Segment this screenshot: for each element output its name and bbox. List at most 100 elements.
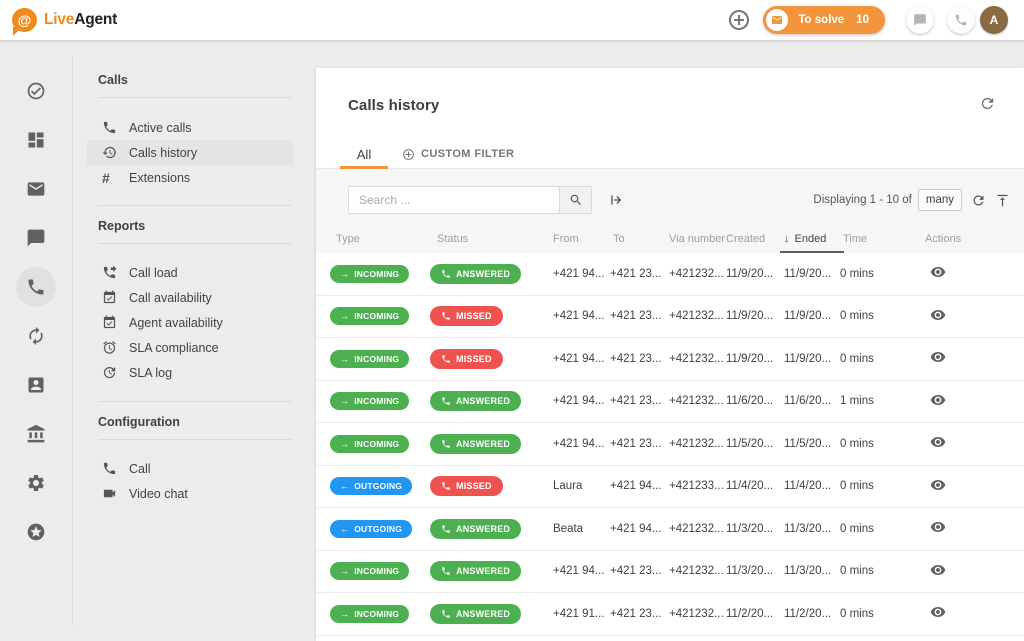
rail-item-chats[interactable] (16, 218, 56, 258)
column-header-via-number[interactable]: Via number (669, 225, 726, 253)
time-cell: 0 mins (840, 523, 916, 535)
column-header-status[interactable]: Status (430, 225, 553, 253)
eye-icon[interactable] (916, 307, 946, 323)
to-cell: +421 23... (610, 565, 669, 577)
call-row[interactable]: →INCOMINGANSWERED+421 91...+421 23...+42… (316, 593, 1024, 636)
eye-icon[interactable] (916, 434, 946, 450)
sidebar-item-label: Call availability (129, 291, 212, 305)
column-header-label: Ended (795, 233, 827, 245)
sidebar-item-label: Call (129, 462, 151, 476)
to-solve-label: To solve (798, 14, 844, 26)
column-header-actions[interactable]: Actions (916, 225, 1024, 253)
history-clock-icon (102, 145, 117, 160)
time-cell: 0 mins (840, 438, 916, 450)
eye-icon[interactable] (916, 562, 946, 578)
calls-history-card: Calls history All CUSTOM FILTER Displayi… (316, 68, 1024, 641)
from-cell: +421 94... (553, 268, 610, 280)
sidebar-item-sla-log[interactable]: SLA log (87, 360, 293, 385)
refresh-icon[interactable] (979, 95, 996, 112)
arrow-right-icon: → (340, 269, 349, 279)
eye-icon[interactable] (916, 349, 946, 365)
created-cell: 11/5/20... (726, 438, 784, 450)
eye-icon[interactable] (916, 264, 946, 280)
nav-section-heading: Calls (98, 74, 316, 86)
eye-icon[interactable] (916, 604, 946, 620)
chat-button[interactable] (906, 6, 934, 34)
page-size-selector[interactable]: many (918, 189, 962, 211)
rail-item-online-visitors[interactable] (16, 316, 56, 356)
rail-item-calls[interactable] (16, 267, 56, 307)
rail-item-contacts[interactable] (16, 365, 56, 405)
plus-circle-icon[interactable] (727, 8, 751, 32)
sidebar-item-call[interactable]: Call (87, 456, 293, 481)
rail-item-company[interactable] (16, 414, 56, 454)
sidebar-item-label: SLA compliance (129, 341, 219, 355)
search-input[interactable] (349, 187, 559, 213)
call-row[interactable]: →INCOMINGMISSED+421 94...+421 23...+4212… (316, 296, 1024, 339)
sidebar-item-agent-availability[interactable]: Agent availability (87, 310, 293, 335)
column-header-label: Type (336, 233, 360, 245)
actions-cell (916, 604, 1024, 623)
eye-icon[interactable] (916, 392, 946, 408)
type-badge-outgoing: ←OUTGOING (330, 520, 412, 538)
tab-custom-filter[interactable]: CUSTOM FILTER (402, 140, 514, 169)
call-row[interactable]: →INCOMINGANSWERED+421 94...+421 23...+42… (316, 253, 1024, 296)
sidebar-item-calls-history[interactable]: Calls history (87, 140, 293, 165)
tab-all[interactable]: All (340, 140, 388, 169)
phone-icon (441, 609, 451, 619)
arrow-right-icon: → (340, 311, 349, 321)
sidebar-item-call-load[interactable]: Call load (87, 260, 293, 285)
search-button[interactable] (559, 187, 591, 213)
column-header-time[interactable]: Time (840, 225, 916, 253)
displaying-text: Displaying 1 - 10 of (813, 194, 911, 206)
status-cell: MISSED (430, 349, 553, 369)
arrow-from-bar-icon[interactable] (608, 192, 624, 208)
export-top-icon[interactable] (995, 193, 1010, 208)
column-header-created[interactable]: Created (726, 225, 784, 253)
ended-cell: 11/5/20... (784, 438, 840, 450)
column-header-to[interactable]: To (610, 225, 669, 253)
sidebar-item-label: Extensions (129, 171, 190, 185)
type-badge-incoming: →INCOMING (330, 265, 409, 283)
refresh-icon[interactable] (971, 193, 986, 208)
call-row[interactable]: ←OUTGOINGANSWEREDBeata+421 94...+421232.… (316, 508, 1024, 551)
sidebar-item-label: Calls history (129, 146, 197, 160)
call-row[interactable]: →INCOMINGMISSED+421 94...+421 23...+4212… (316, 338, 1024, 381)
time-cell: 0 mins (840, 268, 916, 280)
rail-item-upgrade[interactable] (16, 512, 56, 552)
sidebar-item-call-availability[interactable]: Call availability (87, 285, 293, 310)
rail-item-settings[interactable] (16, 463, 56, 503)
phone-icon (441, 396, 451, 406)
to-solve-button[interactable]: To solve 10 (763, 6, 885, 34)
type-badge-label: OUTGOING (354, 524, 402, 534)
type-badge-incoming: →INCOMING (330, 307, 409, 325)
to-cell: +421 23... (610, 395, 669, 407)
rail-item-to-solve[interactable] (16, 71, 56, 111)
type-badge-incoming: →INCOMING (330, 562, 409, 580)
bank-icon (26, 424, 46, 444)
phone-icon (441, 524, 451, 534)
phone-icon (102, 461, 117, 476)
liveagent-logo[interactable]: @ LiveAgent (12, 8, 117, 32)
sidebar-item-active-calls[interactable]: Active calls (87, 115, 293, 140)
avatar[interactable]: A (980, 6, 1008, 34)
eye-icon[interactable] (916, 519, 946, 535)
eye-icon[interactable] (916, 477, 946, 493)
phone-button[interactable] (947, 6, 975, 34)
chat-bubble-icon (26, 228, 46, 248)
sidebar-item-extensions[interactable]: #Extensions (87, 165, 293, 190)
type-badge-incoming: →INCOMING (330, 392, 409, 410)
sidebar-item-video-chat[interactable]: Video chat (87, 481, 293, 506)
actions-cell (916, 349, 1024, 368)
call-row[interactable]: →INCOMINGANSWERED+421 94...+421 23...+42… (316, 381, 1024, 424)
top-bar: @ LiveAgent To solve 10 A (0, 0, 1024, 40)
column-header-ended[interactable]: ↓Ended (784, 225, 840, 253)
rail-item-tickets[interactable] (16, 169, 56, 209)
call-row[interactable]: →INCOMINGANSWERED+421 94...+421 23...+42… (316, 423, 1024, 466)
call-row[interactable]: ←OUTGOINGMISSEDLaura+421 94...+421233...… (316, 466, 1024, 509)
sidebar-item-sla-compliance[interactable]: SLA compliance (87, 335, 293, 360)
column-header-type[interactable]: Type (330, 225, 430, 253)
rail-item-dashboard[interactable] (16, 120, 56, 160)
call-row[interactable]: →INCOMINGANSWERED+421 94...+421 23...+42… (316, 551, 1024, 594)
column-header-from[interactable]: From (553, 225, 610, 253)
